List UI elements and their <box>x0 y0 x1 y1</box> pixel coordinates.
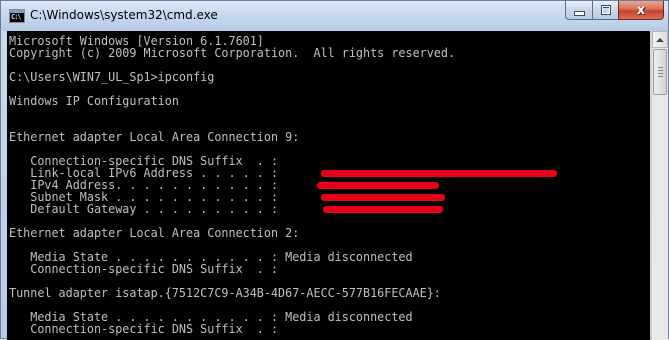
console-icon-glyph: C:\ <box>11 13 22 21</box>
console-line: Connection-specific DNS Suffix . : <box>9 322 279 336</box>
thumb-grip-line <box>658 73 663 74</box>
window-title: C:\Windows\system32\cmd.exe <box>30 8 218 22</box>
thumb-grip-line <box>658 76 663 77</box>
thumb-grip-line <box>658 70 663 71</box>
scroll-thumb[interactable] <box>653 49 667 95</box>
maximize-icon <box>600 5 611 15</box>
console-line: Connection-specific DNS Suffix . : <box>9 262 279 276</box>
console-line: Copyright (c) 2009 Microsoft Corporation… <box>9 46 456 60</box>
console-output[interactable]: Microsoft Windows [Version 6.1.7601] Copy… <box>7 31 650 340</box>
cmd-window: C:\ C:\Windows\system32\cmd.exe x Micros… <box>0 0 669 340</box>
console-line: Tunnel adapter isatap.{7512C7C9-A34B-4D6… <box>9 286 441 300</box>
redaction-mark <box>323 206 443 213</box>
maximize-button[interactable] <box>592 1 619 20</box>
minimize-button[interactable] <box>565 1 593 20</box>
redaction-mark <box>321 194 445 201</box>
scroll-up-button[interactable] <box>652 31 668 48</box>
redaction-mark <box>317 182 439 189</box>
cmd-console-icon[interactable]: C:\ <box>9 9 25 23</box>
thumb-grip-line <box>658 67 663 68</box>
vertical-scrollbar[interactable] <box>651 31 668 340</box>
close-button[interactable]: x <box>618 1 664 20</box>
console-line: Windows IP Configuration <box>9 94 179 108</box>
scroll-up-arrow-icon <box>656 37 664 42</box>
close-icon: x <box>636 2 646 18</box>
console-line: Default Gateway . . . . . . . . . : <box>9 202 279 216</box>
title-bar[interactable]: C:\ C:\Windows\system32\cmd.exe x <box>1 1 668 31</box>
redaction-mark <box>321 170 557 177</box>
console-line: Ethernet adapter Local Area Connection 2… <box>9 226 300 240</box>
minimize-icon <box>573 10 585 16</box>
console-line: C:\Users\WIN7_UL_Sp1>ipconfig <box>9 70 215 84</box>
console-line: Ethernet adapter Local Area Connection 9… <box>9 130 300 144</box>
